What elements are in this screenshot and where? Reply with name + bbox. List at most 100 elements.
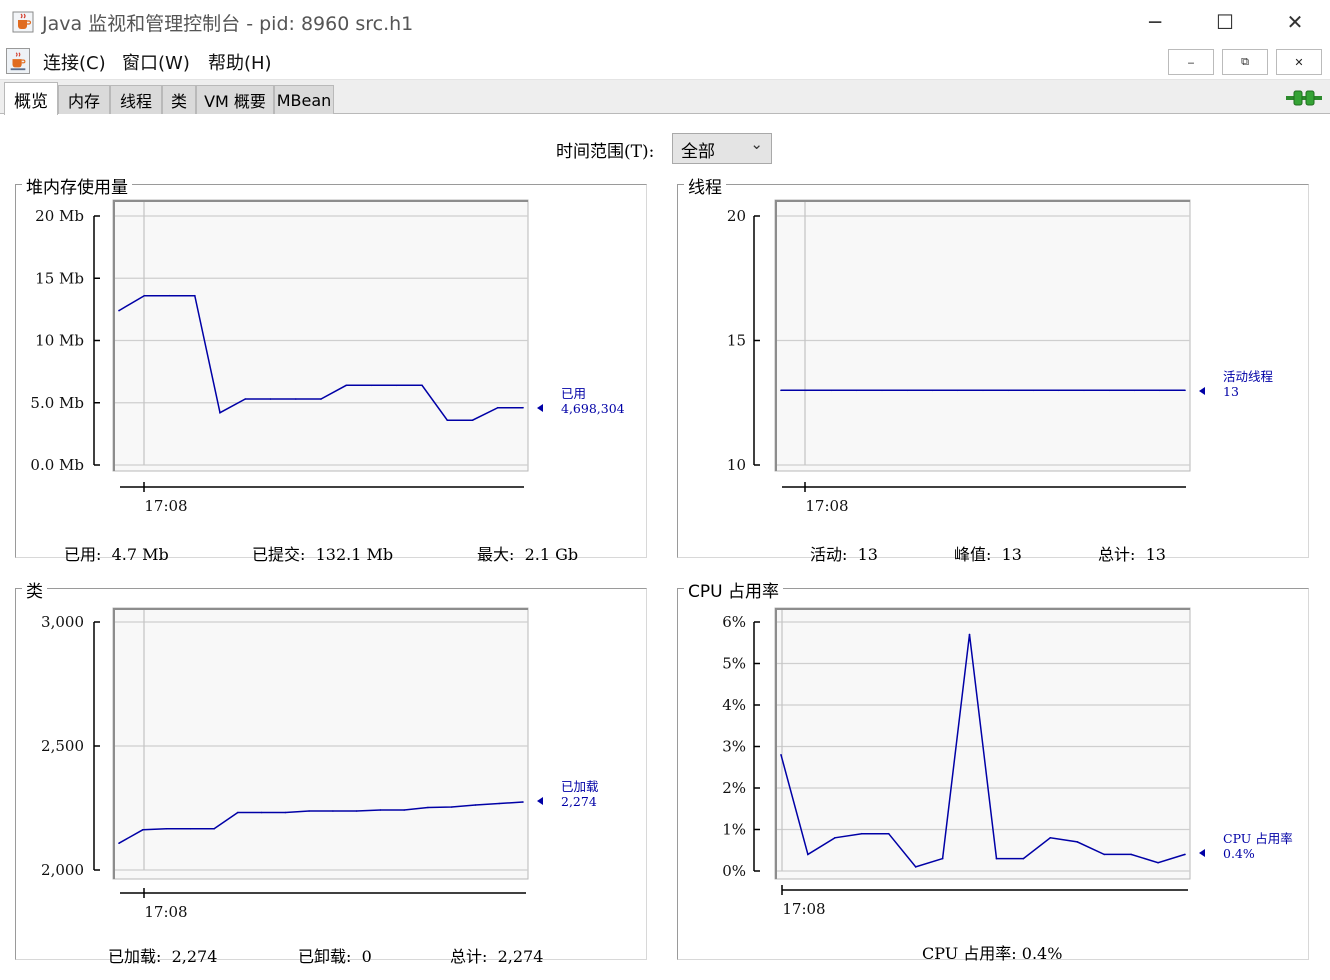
summary-total: 总计: 13 <box>1098 545 1166 564</box>
chevron-down-icon: ⌄ <box>750 135 763 153</box>
data-point <box>914 866 917 868</box>
menu-help[interactable]: 帮助(H) <box>208 49 272 75</box>
close-icon: ✕ <box>1294 55 1304 69</box>
legend-value: 0.4% <box>1223 846 1255 861</box>
x-tick-label: 17:08 <box>144 497 187 515</box>
time-range-value: 全部 <box>681 142 715 162</box>
data-point <box>856 389 858 392</box>
current-value-marker <box>1199 387 1205 395</box>
data-point <box>379 809 382 811</box>
data-point <box>805 389 808 392</box>
x-tick-label: 17:08 <box>782 900 825 918</box>
data-point <box>1103 853 1105 856</box>
legend-value: 13 <box>1223 384 1239 399</box>
data-point <box>834 837 836 839</box>
maximize-button[interactable]: ☐ <box>1190 0 1260 44</box>
internal-restore-button[interactable]: ⧉ <box>1222 49 1268 75</box>
data-point <box>308 810 310 812</box>
y-tick-label: 20 Mb <box>35 207 84 225</box>
classes-chart: 2,000 2,500 3,000 17:08 已加载2,274 <box>41 607 599 921</box>
time-range-label: 时间范围(T): <box>556 142 655 162</box>
data-point <box>1108 389 1111 392</box>
title-bar: Java 监视和管理控制台 - pid: 8960 src.h1 ─ ☐ ✕ <box>0 0 1330 44</box>
tab-classes[interactable]: 类 <box>162 85 196 114</box>
data-point <box>906 389 909 392</box>
threads-chart: 10 15 20 17:08 活动线程13 <box>727 199 1274 515</box>
tab-threads[interactable]: 线程 <box>110 85 162 114</box>
menu-connection[interactable]: 连接(C) <box>43 49 106 75</box>
y-tick-label: 2,000 <box>41 861 84 879</box>
current-value-marker <box>537 797 543 805</box>
internal-close-button[interactable]: ✕ <box>1276 49 1322 75</box>
data-point <box>522 406 524 409</box>
data-point <box>780 754 782 756</box>
summary-max: 最大: 2.1 Gb <box>477 545 579 564</box>
data-point <box>244 398 247 400</box>
data-point <box>345 384 348 387</box>
data-point <box>1058 389 1060 392</box>
tab-overview[interactable]: 概览 <box>4 82 58 115</box>
close-button[interactable]: ✕ <box>1260 0 1330 44</box>
tab-memory[interactable]: 内存 <box>58 85 110 114</box>
tab-label: 概览 <box>14 91 48 112</box>
cpu-usage-panel: CPU 占用率 0% 1% 2% 3% 4% 5% 6% 17:08 CPU 占用率 0.4% C… <box>677 577 1309 963</box>
y-tick-label: 10 Mb <box>35 332 84 350</box>
internal-minimize-button[interactable]: ‒ <box>1168 49 1214 75</box>
data-point <box>403 809 406 811</box>
y-tick-label: 2% <box>722 779 746 797</box>
plot-area <box>774 199 1191 472</box>
data-point <box>450 806 453 808</box>
tab-bar: 概览 内存 线程 类 VM 概要 MBean <box>0 80 1330 115</box>
summary-cpu-usage: CPU 占用率: 0.4% <box>922 944 1063 963</box>
data-point <box>931 389 934 392</box>
time-range-select[interactable]: 全部 ⌄ <box>672 133 772 164</box>
tab-mbean[interactable]: MBean <box>274 85 334 114</box>
data-point <box>471 419 474 421</box>
current-value-marker <box>537 404 543 412</box>
summary-used: 已用: 4.7 Mb <box>64 545 169 564</box>
data-point <box>887 832 890 835</box>
data-point <box>446 419 449 421</box>
data-point <box>143 294 146 297</box>
y-tick-label: 1% <box>722 821 746 839</box>
legend-name: CPU 占用率 <box>1223 831 1293 846</box>
data-point <box>807 853 809 856</box>
legend-value: 2,274 <box>561 794 597 809</box>
summary-live: 活动: 13 <box>810 545 878 564</box>
tab-vm-summary[interactable]: VM 概要 <box>196 85 274 114</box>
data-point <box>118 842 120 844</box>
data-point <box>355 810 358 812</box>
y-tick-label: 2,500 <box>41 737 84 755</box>
data-point <box>995 857 998 860</box>
java-cup-icon[interactable] <box>6 48 30 74</box>
data-point <box>1133 389 1136 392</box>
menu-window[interactable]: 窗口(W) <box>122 49 190 75</box>
data-point <box>320 398 322 400</box>
maximize-icon: ☐ <box>1216 10 1234 34</box>
legend-name: 已用 <box>561 386 586 401</box>
connection-plug-icon[interactable] <box>1286 89 1322 107</box>
plot-area <box>112 199 529 472</box>
data-point <box>295 398 297 400</box>
y-tick-label: 5.0 Mb <box>30 394 84 412</box>
x-tick-label: 17:08 <box>805 497 848 515</box>
data-point <box>1184 389 1186 392</box>
data-point <box>780 389 782 392</box>
summary-total: 总计: 2,274 <box>450 947 544 966</box>
summary-committed: 已提交: 132.1 Mb <box>252 545 394 564</box>
menu-bar: 连接(C) 窗口(W) 帮助(H) ‒ ⧉ ✕ <box>0 44 1330 80</box>
data-point <box>260 811 263 814</box>
minimize-button[interactable]: ─ <box>1120 0 1190 44</box>
data-point <box>1159 389 1161 392</box>
tab-label: VM 概要 <box>204 92 266 111</box>
y-tick-label: 3% <box>722 738 746 756</box>
data-point <box>396 384 398 387</box>
x-tick-label: 17:08 <box>144 903 187 921</box>
minimize-icon: ‒ <box>1187 55 1195 69</box>
y-tick-label: 15 <box>727 332 746 350</box>
data-point <box>957 389 959 392</box>
y-tick-label: 5% <box>722 655 746 673</box>
data-point <box>1157 861 1159 864</box>
overview-content: 时间范围(T): 全部 ⌄ 堆内存使用量 0.0 Mb 5.0 Mb 10 Mb 15… <box>0 115 1330 980</box>
y-tick-label: 0% <box>722 862 746 880</box>
